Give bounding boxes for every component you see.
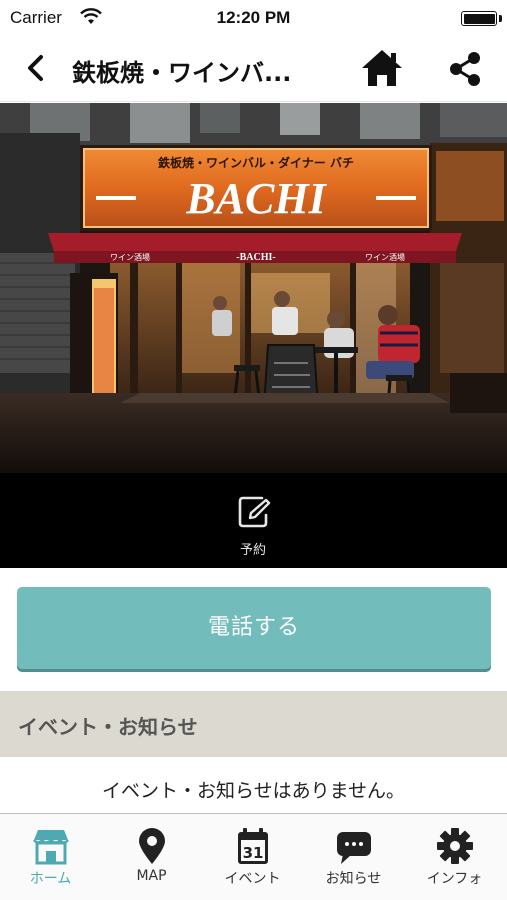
clock: 12:20 PM — [216, 8, 291, 27]
tab-map-label: MAP — [136, 868, 167, 884]
status-bar: Carrier 12:20 PM — [0, 0, 507, 36]
reservation-bar: 予約 — [0, 473, 507, 568]
storefront-photo: 鉄板焼・ワインバル・ダイナー バチ BACHI ワイン酒場 -BACHI- ワイ… — [0, 103, 507, 473]
storefront-illustration: 鉄板焼・ワインバル・ダイナー バチ BACHI ワイン酒場 -BACHI- ワイ… — [0, 103, 507, 473]
calendar-day: 31 — [243, 844, 264, 862]
map-pin-icon — [139, 828, 165, 864]
tab-home[interactable]: ホーム — [0, 814, 101, 900]
battery-icon — [461, 11, 497, 26]
calendar-icon: 31 — [238, 828, 268, 864]
awning-left-text: ワイン酒場 — [110, 252, 150, 262]
events-section-title: イベント・お知らせ — [18, 715, 198, 739]
page-title: 鉄板焼・ワインバ... — [72, 59, 292, 87]
awning-center-text: -BACHI- — [236, 252, 275, 263]
tab-info-label: インフォ — [426, 871, 483, 887]
back-icon[interactable] — [18, 50, 54, 86]
awning-right-text: ワイン酒場 — [365, 252, 405, 262]
tab-event-label: イベント — [224, 871, 281, 887]
reserve-button[interactable]: 予約 — [203, 473, 303, 568]
tab-map[interactable]: MAP — [101, 814, 202, 900]
tab-event[interactable]: 31 イベント — [202, 814, 303, 900]
sign-name: BACHI — [185, 174, 327, 223]
call-button[interactable]: 電話する — [17, 587, 491, 669]
sign-subtitle: 鉄板焼・ワインバル・ダイナー バチ — [158, 155, 354, 170]
navigation-bar: 鉄板焼・ワインバ... — [0, 36, 507, 102]
edit-note-icon — [238, 496, 271, 528]
tab-home-label: ホーム — [29, 871, 72, 887]
shop-icon — [33, 830, 69, 865]
tab-info[interactable]: インフォ — [404, 814, 505, 900]
tab-bar: ホーム MAP 31 イベント お知らせ インフォ — [0, 813, 507, 900]
battery-tip — [499, 15, 502, 22]
home-icon[interactable] — [360, 48, 404, 88]
gear-icon — [437, 828, 473, 864]
tab-news[interactable]: お知らせ — [303, 814, 404, 900]
share-icon[interactable] — [444, 48, 486, 90]
events-section-header: イベント・お知らせ — [0, 691, 507, 757]
reserve-label: 予約 — [239, 543, 266, 558]
chat-bubble-icon — [337, 832, 371, 864]
events-empty-message: イベント・お知らせはありません。 — [101, 780, 406, 802]
tab-news-label: お知らせ — [325, 871, 382, 887]
